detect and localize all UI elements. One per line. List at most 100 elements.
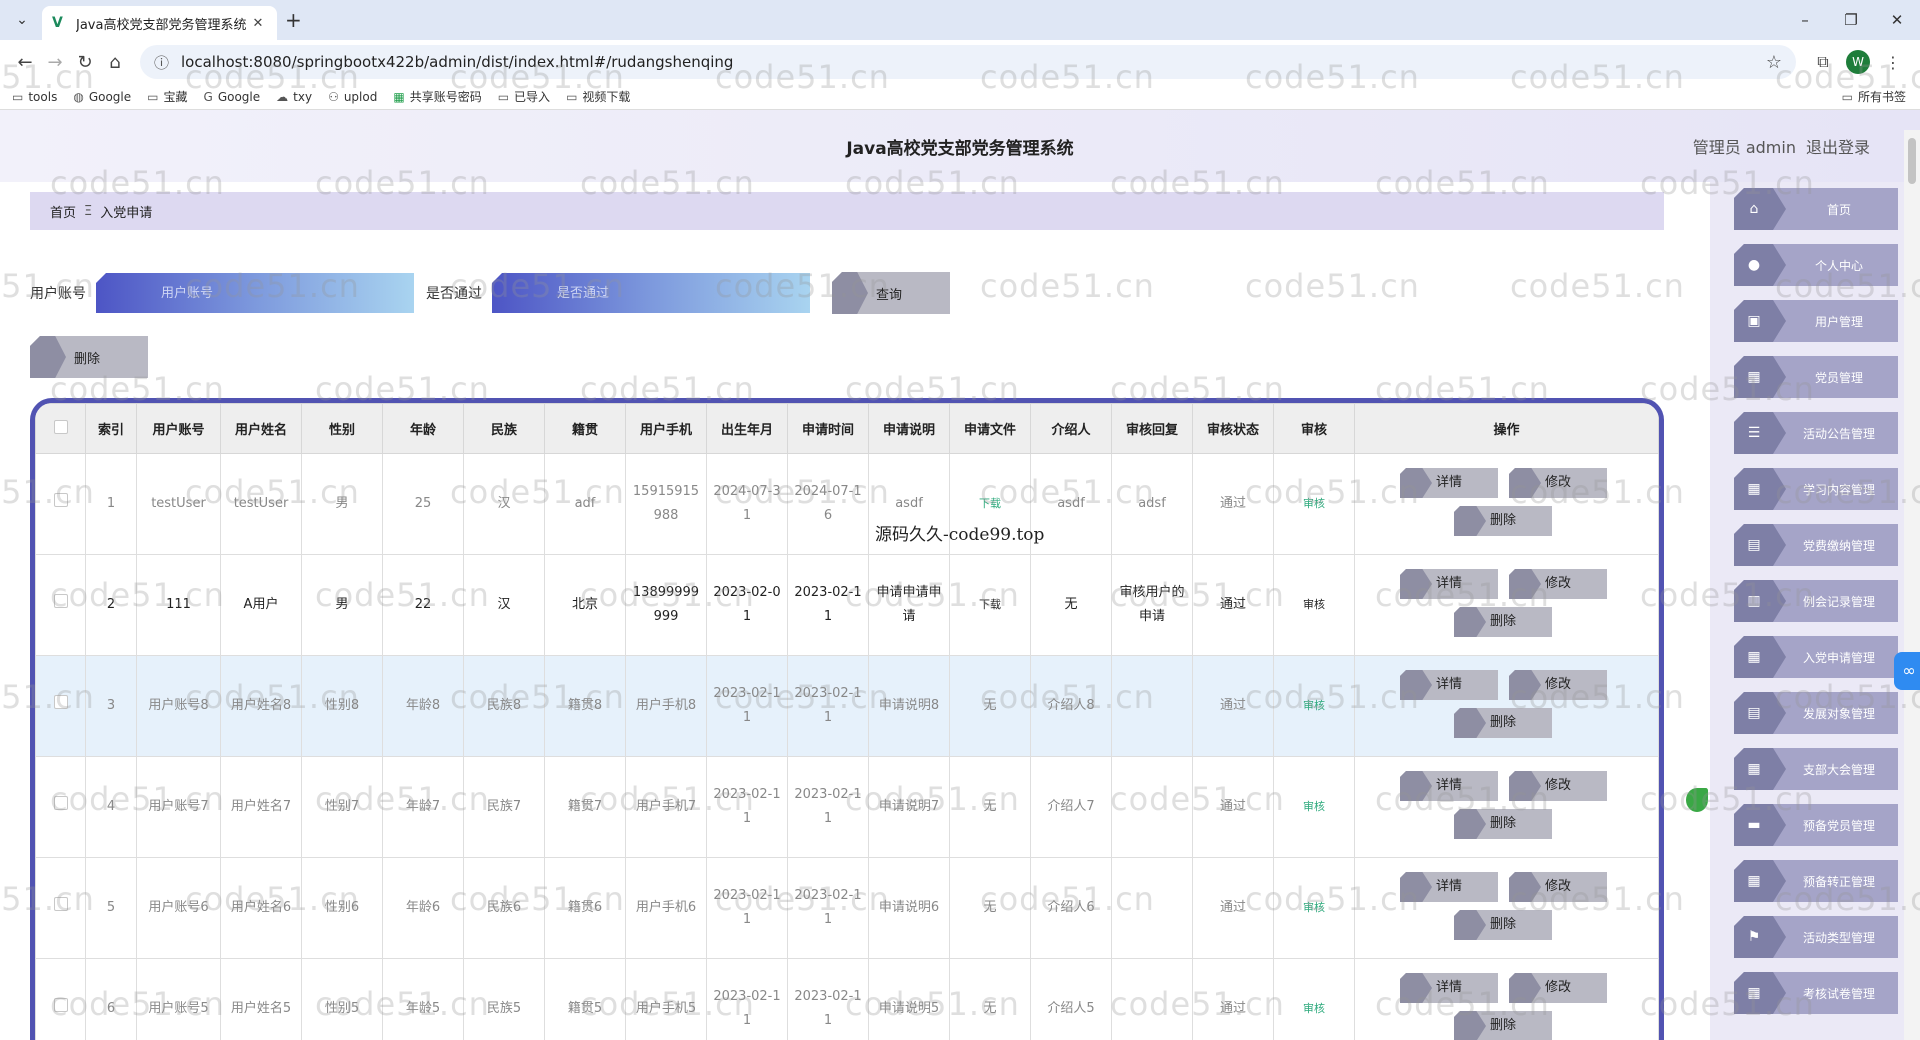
cell-review[interactable]: 审核: [1273, 453, 1355, 555]
bookmark-tools[interactable]: ▭ tools: [12, 90, 57, 104]
delete-button[interactable]: 删除: [1454, 708, 1552, 738]
bookmark-shared-accounts[interactable]: ▦ 共享账号密码: [393, 88, 481, 105]
cell-name: 用户姓名7: [220, 756, 302, 858]
sidebar-item-12[interactable]: ▦ 预备转正管理: [1734, 860, 1898, 902]
sidebar-item-8[interactable]: ▦ 入党申请管理: [1734, 636, 1898, 678]
row-checkbox[interactable]: [35, 554, 86, 656]
restore-icon[interactable]: ❐: [1828, 0, 1874, 40]
row-checkbox[interactable]: [35, 756, 86, 858]
new-tab-icon[interactable]: +: [285, 8, 302, 32]
detail-button[interactable]: 详情: [1400, 872, 1498, 902]
row-checkbox[interactable]: [35, 655, 86, 757]
browser-tabbar: ⌄ V Java高校党支部党务管理系统 ✕ + – ❐ ✕: [0, 0, 1920, 40]
row-checkbox[interactable]: [35, 958, 86, 1040]
bookmark-star-icon[interactable]: ☆: [1766, 52, 1782, 73]
cell-review[interactable]: 审核: [1273, 655, 1355, 757]
detail-button[interactable]: 详情: [1400, 569, 1498, 599]
cell-apply-time: 2023-02-11: [787, 857, 869, 959]
account-search-input[interactable]: [96, 273, 414, 313]
cell-review[interactable]: 审核: [1273, 756, 1355, 858]
bookmark-imported[interactable]: ▭ 已导入: [498, 88, 550, 105]
bookmark-uplod[interactable]: ⚇ uplod: [328, 90, 377, 104]
sidebar-item-2[interactable]: ▣ 用户管理: [1734, 300, 1898, 342]
sidebar-item-6[interactable]: ▤ 党费缴纳管理: [1734, 524, 1898, 566]
row-checkbox[interactable]: [35, 857, 86, 959]
header-checkbox[interactable]: [35, 403, 86, 454]
edit-button[interactable]: 修改: [1509, 670, 1607, 700]
delete-button[interactable]: 删除: [1454, 607, 1552, 637]
reload-icon[interactable]: ↻: [70, 52, 100, 73]
logout-link[interactable]: 退出登录: [1806, 134, 1870, 158]
url-field[interactable]: ⓘ localhost:8080/springbootx422b/admin/d…: [140, 45, 1796, 79]
cell-review[interactable]: 审核: [1273, 958, 1355, 1040]
scroll-thumb[interactable]: [1908, 138, 1916, 184]
bookmark-all[interactable]: ▭ 所有书签: [1842, 88, 1906, 105]
cell-review[interactable]: 审核: [1273, 554, 1355, 656]
cell-file: 无: [949, 655, 1031, 757]
delete-button[interactable]: 删除: [1454, 1011, 1552, 1040]
bookmarks-bar: ▭ tools ◍ Google ▭ 宝藏 G Google ☁ txy ⚇ uplod ▦…: [0, 84, 1920, 110]
breadcrumb-home[interactable]: 首页: [50, 202, 76, 221]
query-button[interactable]: 查询: [832, 272, 950, 314]
cell-reply: [1111, 756, 1193, 858]
bookmark-google[interactable]: ◍ Google: [73, 90, 131, 104]
delete-button[interactable]: 删除: [1454, 809, 1552, 839]
edit-button[interactable]: 修改: [1509, 569, 1607, 599]
bookmark-google-2[interactable]: G Google: [204, 90, 261, 104]
extensions-icon[interactable]: ⧉: [1806, 52, 1840, 72]
browser-menu-icon[interactable]: ⋮: [1876, 53, 1910, 72]
cell-file: 无: [949, 958, 1031, 1040]
batch-delete-button[interactable]: 删除: [30, 336, 148, 378]
sidebar-item-14[interactable]: ▦ 考核试卷管理: [1734, 972, 1898, 1014]
cell-status: 通过: [1192, 857, 1274, 959]
sidebar-item-4[interactable]: ☰ 活动公告管理: [1734, 412, 1898, 454]
sidebar-item-10[interactable]: ▦ 支部大会管理: [1734, 748, 1898, 790]
cell-file[interactable]: 下载: [949, 554, 1031, 656]
sidebar-item-13[interactable]: ⚑ 活动类型管理: [1734, 916, 1898, 958]
leaf-decoration-icon: [1686, 788, 1708, 812]
cell-file: 无: [949, 756, 1031, 858]
delete-button[interactable]: 删除: [1454, 506, 1552, 536]
floating-assistant-icon[interactable]: ∞: [1894, 652, 1920, 690]
pass-search-input[interactable]: [492, 273, 810, 313]
cell-birth: 2023-02-01: [706, 554, 788, 656]
profile-avatar[interactable]: W: [1846, 50, 1870, 74]
browser-tab[interactable]: V Java高校党支部党务管理系统 ✕: [42, 6, 277, 40]
edit-button[interactable]: 修改: [1509, 771, 1607, 801]
back-icon[interactable]: ←: [10, 52, 40, 73]
edit-button[interactable]: 修改: [1509, 872, 1607, 902]
header-cell: 操作: [1354, 403, 1659, 454]
sidebar-item-7[interactable]: ▥ 例会记录管理: [1734, 580, 1898, 622]
sidebar-menu: ⌂ 首页 ● 个人中心 ▣ 用户管理 ▦ 党员管理 ☰ 活动公告管理 ▦ 学习内容管理 ▤ 党费缴纳管理 ▥…: [1710, 182, 1910, 1040]
detail-button[interactable]: 详情: [1400, 670, 1498, 700]
sidebar-item-label: 支部大会管理: [1802, 762, 1875, 777]
forward-icon[interactable]: →: [40, 52, 70, 73]
edit-button[interactable]: 修改: [1509, 973, 1607, 1003]
detail-button[interactable]: 详情: [1400, 468, 1498, 498]
sidebar-item-1[interactable]: ● 个人中心: [1734, 244, 1898, 286]
sidebar-item-11[interactable]: ▬ 预备党员管理: [1734, 804, 1898, 846]
home-browser-icon[interactable]: ⌂: [100, 52, 130, 73]
bookmark-treasure[interactable]: ▭ 宝藏: [147, 88, 187, 105]
cell-introducer: 介绍人7: [1030, 756, 1112, 858]
cell-actions: 详情 修改删除: [1354, 958, 1659, 1040]
delete-button[interactable]: 删除: [1454, 910, 1552, 940]
bookmark-txy[interactable]: ☁ txy: [276, 90, 312, 104]
detail-button[interactable]: 详情: [1400, 973, 1498, 1003]
sidebar-item-9[interactable]: ▤ 发展对象管理: [1734, 692, 1898, 734]
tab-close-icon[interactable]: ✕: [249, 16, 267, 31]
sidebar-item-5[interactable]: ▦ 学习内容管理: [1734, 468, 1898, 510]
detail-button[interactable]: 详情: [1400, 771, 1498, 801]
site-info-icon[interactable]: ⓘ: [154, 52, 169, 73]
minimize-icon[interactable]: –: [1782, 0, 1828, 40]
cell-review[interactable]: 审核: [1273, 857, 1355, 959]
sidebar-item-3[interactable]: ▦ 党员管理: [1734, 356, 1898, 398]
sidebar-item-0[interactable]: ⌂ 首页: [1734, 188, 1898, 230]
page-scrollbar[interactable]: [1904, 130, 1920, 1040]
edit-button[interactable]: 修改: [1509, 468, 1607, 498]
row-checkbox[interactable]: [35, 453, 86, 555]
bookmark-video-download[interactable]: ▭ 视频下载: [566, 88, 630, 105]
doc-icon: ▤: [1747, 705, 1761, 721]
window-close-icon[interactable]: ✕: [1874, 0, 1920, 40]
tab-search-icon[interactable]: ⌄: [8, 6, 36, 34]
